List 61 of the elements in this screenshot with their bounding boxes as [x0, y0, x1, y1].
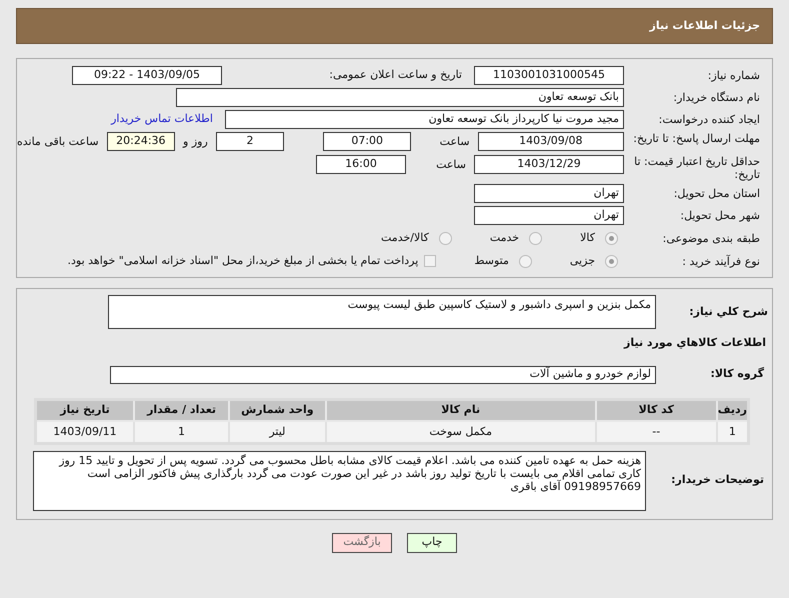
radio-button[interactable] [518, 254, 532, 268]
radio-button[interactable] [529, 232, 542, 244]
print-button[interactable]: چاپ [407, 532, 457, 552]
text-field[interactable]: 1403/09/05 - 09:22 [72, 66, 222, 85]
table-cell: 1 [134, 421, 230, 443]
table-cell: 1403/09/11 [36, 421, 134, 443]
goods-group-field[interactable]: لوازم خودرو و ماشین آلات [110, 366, 656, 384]
radio-label: متوسط [474, 252, 509, 269]
field-label: تاریخ و ساعت اعلان عمومی: [328, 67, 462, 84]
radio-label: جزیی [570, 252, 595, 269]
field-label: ساعت [438, 134, 470, 150]
field-label: روز و [183, 134, 208, 150]
field-label: ساعت [435, 157, 466, 173]
text-field[interactable]: مجید مروت نیا کارپرداز بانک توسعه تعاون [225, 110, 624, 129]
text-field[interactable]: 16:00 [316, 155, 406, 174]
table-cell: 1 [716, 421, 748, 443]
radio-button[interactable] [605, 232, 618, 244]
field-label: ایجاد کننده درخواست: [658, 113, 761, 126]
text-field[interactable]: 07:00 [323, 132, 412, 151]
radio-label: کالا [580, 230, 595, 246]
text-field[interactable]: 1403/09/08 [478, 132, 624, 151]
column-header: تاریخ نیاز [36, 399, 134, 421]
table-cell: لیتر [229, 421, 326, 443]
field-label: نام دستگاه خریدار: [672, 91, 761, 104]
back-button[interactable]: بازگشت [332, 532, 392, 552]
column-header: واحد شمارش [229, 399, 326, 421]
notes-textarea[interactable]: هزینه حمل به عهده تامین کننده می باشد. اعلام قیمت کالای مشابه باطل محسوب می گردد. تسویه پس از تحویل و تایید 15 روز کاری تمامی اقلام می بایست با تاریخ تولید روز باشد در غیر این صورت عودت می گردد بارگذاری پیش فاکتور الزامی است 09198957669 آقای باقری [33, 450, 646, 510]
field-label: شماره نیاز: [706, 69, 761, 82]
text-field[interactable]: تهران [474, 184, 624, 203]
radio-button[interactable] [605, 254, 618, 268]
field-label: توضیحات خریدار: [670, 472, 765, 488]
checkbox-label: پرداخت تمام یا بخشی از مبلغ خرید،از محل "اسناد خزانه اسلامی" خواهد بود. [68, 252, 418, 269]
radio-label: کالا/خدمت [381, 230, 429, 246]
field-label: نوع فرآیند خرید : [681, 254, 761, 268]
countdown-field[interactable]: 20:24:36 [106, 132, 176, 151]
text-field[interactable]: 1403/12/29 [474, 155, 624, 174]
radio-button[interactable] [438, 232, 452, 244]
page-title: جزئیات اطلاعات نیاز [650, 18, 760, 34]
text-field[interactable]: 2 [216, 132, 284, 151]
field-label: گروه کالا: [709, 366, 765, 382]
field-label: طبقه بندی موضوعی: [662, 232, 761, 244]
column-header: ردیف [716, 399, 748, 421]
column-header: نام کالا [326, 399, 596, 421]
field-label: ساعت باقی مانده [16, 134, 99, 150]
checkbox[interactable] [424, 255, 436, 267]
summary-textarea[interactable]: مکمل بنزین و اسپری داشبور و لاستیک کاسپین طبق لیست پیوست [108, 295, 656, 329]
text-field[interactable]: بانک توسعه تعاون [176, 88, 624, 107]
field-label: حداقل تاریخ اعتبار قیمت: تا تاریخ: [633, 155, 761, 181]
column-header: تعداد / مقدار [134, 399, 230, 421]
radio-label: خدمت [490, 230, 520, 246]
table-cell: مکمل سوخت [326, 421, 596, 443]
column-header: کد کالا [596, 399, 717, 421]
contact-link[interactable]: اطلاعات تماس خریدار [111, 111, 213, 128]
field-label: شرح کلي نیاز: [688, 304, 768, 320]
section-heading: اطلاعات کالاهاي مورد نياز [622, 335, 766, 351]
field-label: مهلت ارسال پاسخ: تا تاریخ: [632, 132, 761, 145]
field-label: استان محل تحویل: [672, 187, 761, 200]
table-cell: -- [596, 421, 717, 443]
field-label: شهر محل تحویل: [679, 209, 761, 222]
text-field[interactable]: 1103001031000545 [474, 66, 624, 85]
text-field[interactable]: تهران [474, 206, 624, 225]
